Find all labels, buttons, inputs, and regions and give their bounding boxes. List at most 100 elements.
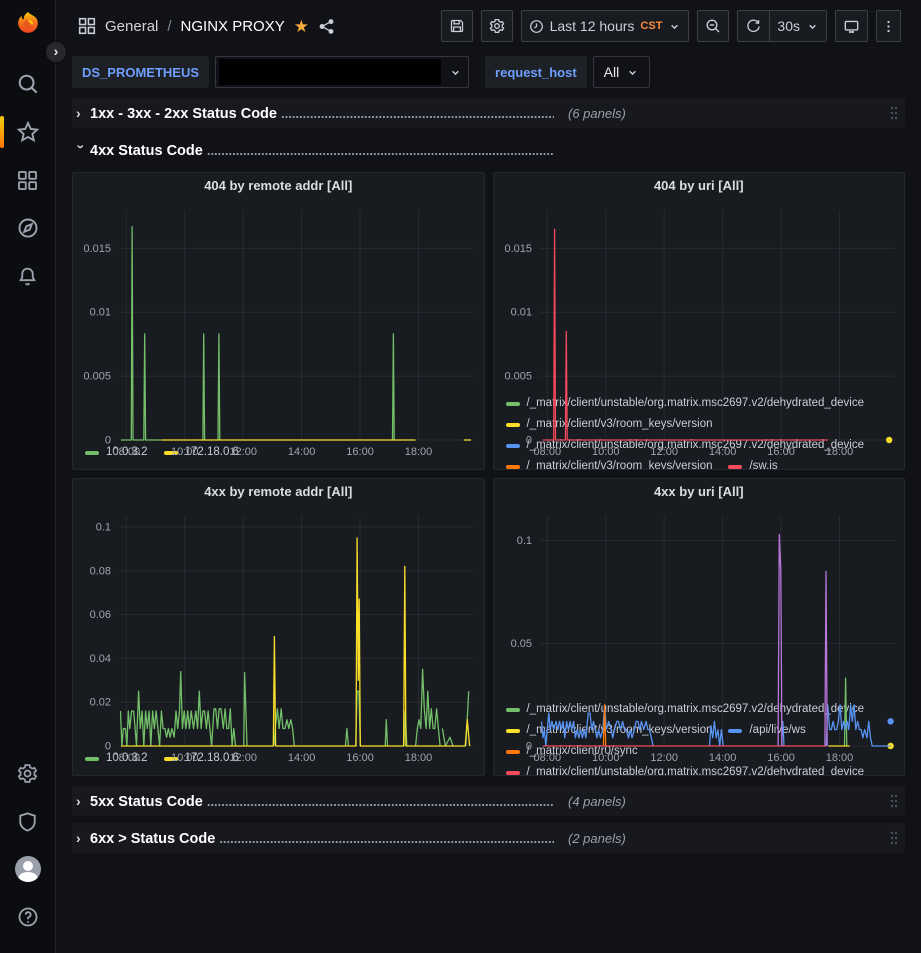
zoom-out-time-button[interactable] <box>697 10 729 42</box>
request-host-variable-label[interactable]: request_host <box>485 56 587 88</box>
datasource-value-redacted <box>219 59 441 85</box>
chevron-down-icon <box>449 66 462 79</box>
timeseries-chart[interactable]: 08:0010:0012:0014:0016:0018:0000.0050.01… <box>73 200 484 440</box>
refresh-button[interactable] <box>737 10 769 42</box>
kiosk-mode-button[interactable] <box>835 10 868 42</box>
x-tick-label: 14:00 <box>708 752 736 764</box>
dashboard-canvas: › 1xx - 3xx - 2xx Status Code ..........… <box>56 92 921 953</box>
datasource-select[interactable] <box>215 56 469 88</box>
x-tick-label: 14:00 <box>288 752 316 764</box>
row-header-1xx-3xx-2xx[interactable]: › 1xx - 3xx - 2xx Status Code ..........… <box>72 98 905 128</box>
starred-dashboards-icon[interactable] <box>8 114 48 150</box>
row-drag-handle-icon[interactable] <box>889 105 899 121</box>
series-line <box>244 673 247 746</box>
series-line <box>274 709 294 746</box>
row-title: 6xx > Status Code <box>90 831 219 847</box>
row-header-6xx[interactable]: › 6xx > Status Code ....................… <box>72 823 905 853</box>
user-avatar[interactable] <box>8 851 48 887</box>
y-tick-label: 0.005 <box>83 371 111 383</box>
row-title: 5xx Status Code <box>90 794 207 810</box>
x-tick-label: 16:00 <box>346 446 374 458</box>
datasource-variable-label[interactable]: DS_PROMETHEUS <box>72 56 209 88</box>
configuration-gear-icon[interactable] <box>8 755 48 791</box>
chevron-right-icon: › <box>76 105 90 121</box>
row-panel-count: (4 panels) <box>568 794 626 809</box>
y-tick-label: 0.1 <box>516 535 531 547</box>
y-tick-label: 0.01 <box>510 307 531 319</box>
series-line <box>121 227 161 440</box>
panel-title[interactable]: 4xx by remote addr [All] <box>73 484 484 506</box>
x-tick-label: 16:00 <box>767 446 795 458</box>
server-admin-shield-icon[interactable] <box>8 803 48 839</box>
series-end-dot <box>887 718 893 724</box>
row-drag-handle-icon[interactable] <box>889 793 899 809</box>
breadcrumb-folder[interactable]: General <box>105 18 158 35</box>
save-dashboard-button[interactable] <box>441 10 473 42</box>
y-tick-label: 0 <box>525 435 531 447</box>
series-line <box>385 720 387 746</box>
grafana-app: › General / NGINX PROXY ★ <box>0 0 921 953</box>
more-options-kebab-icon[interactable] <box>876 10 901 42</box>
panel-404-by-uri: 404 by uri [All] 08:0010:0012:0014:0016:… <box>493 172 906 470</box>
row-title: 4xx Status Code <box>90 143 207 159</box>
x-tick-label: 12:00 <box>229 752 257 764</box>
refresh-interval-dropdown[interactable]: 30s <box>769 10 827 42</box>
x-tick-label: 08:00 <box>533 446 561 458</box>
x-tick-label: 08:00 <box>113 446 141 458</box>
chevron-right-icon: › <box>76 793 90 809</box>
timeseries-chart[interactable]: 08:0010:0012:0014:0016:0018:0000.020.040… <box>73 506 484 746</box>
row-drag-handle-icon[interactable] <box>889 830 899 846</box>
refresh-interval-value: 30s <box>777 18 800 34</box>
dashboards-grid-icon[interactable] <box>78 17 96 35</box>
x-tick-label: 16:00 <box>346 752 374 764</box>
panel-title[interactable]: 404 by uri [All] <box>494 178 905 200</box>
y-tick-label: 0.04 <box>90 653 111 665</box>
request-host-select[interactable]: All <box>593 56 651 88</box>
dashboards-icon[interactable] <box>8 162 48 198</box>
panel-404-by-remote-addr: 404 by remote addr [All] 08:0010:0012:00… <box>72 172 485 470</box>
y-tick-label: 0.015 <box>504 243 532 255</box>
y-tick-label: 0 <box>525 741 531 753</box>
panel-4xx-by-uri: 4xx by uri [All] 08:0010:0012:0014:0016:… <box>493 478 906 776</box>
breadcrumb-separator: / <box>167 18 171 35</box>
explore-compass-icon[interactable] <box>8 210 48 246</box>
grafana-logo-icon[interactable] <box>14 10 42 38</box>
timeseries-chart[interactable]: 08:0010:0012:0014:0016:0018:0000.050.1 <box>494 506 905 697</box>
row-panel-count: (6 panels) <box>568 106 626 121</box>
help-question-icon[interactable] <box>8 899 48 935</box>
share-icon[interactable] <box>318 18 335 35</box>
row-header-4xx[interactable]: › 4xx Status Code ......................… <box>72 135 905 165</box>
series-line <box>826 705 890 746</box>
dashboard-settings-button[interactable] <box>481 10 513 42</box>
panel-title[interactable]: 4xx by uri [All] <box>494 484 905 506</box>
breadcrumb: General / NGINX PROXY ★ <box>78 17 335 35</box>
row-header-5xx[interactable]: › 5xx Status Code ......................… <box>72 786 905 816</box>
series-line <box>121 672 236 747</box>
search-icon[interactable] <box>8 66 48 102</box>
x-tick-label: 08:00 <box>533 752 561 764</box>
dashboard-title[interactable]: NGINX PROXY <box>181 18 285 35</box>
series-line <box>393 334 395 440</box>
x-tick-label: 18:00 <box>825 752 853 764</box>
timeseries-chart[interactable]: 08:0010:0012:0014:0016:0018:0000.0050.01… <box>494 200 905 391</box>
y-tick-label: 0.015 <box>83 243 111 255</box>
series-line <box>121 538 470 746</box>
chevron-down-icon: › <box>76 144 90 158</box>
panel-grid: 404 by remote addr [All] 08:0010:0012:00… <box>72 172 905 776</box>
row-title: 1xx - 3xx - 2xx Status Code <box>90 106 281 122</box>
x-tick-label: 12:00 <box>229 446 257 458</box>
y-tick-label: 0.06 <box>90 609 111 621</box>
row-leader-dots: ........................................… <box>281 106 554 121</box>
time-range-picker[interactable]: Last 12 hours CST <box>521 10 690 42</box>
series-line <box>541 705 653 746</box>
alerting-bell-icon[interactable] <box>8 258 48 294</box>
star-filled-icon[interactable]: ★ <box>294 18 309 35</box>
series-line <box>709 721 723 746</box>
y-tick-label: 0.1 <box>96 521 111 533</box>
legend-swatch <box>506 771 520 775</box>
legend-swatch <box>728 465 742 469</box>
timezone-label: CST <box>640 20 662 32</box>
panel-title[interactable]: 404 by remote addr [All] <box>73 178 484 200</box>
sidebar-expand-button[interactable]: › <box>45 41 67 63</box>
series-end-dot <box>885 437 891 443</box>
